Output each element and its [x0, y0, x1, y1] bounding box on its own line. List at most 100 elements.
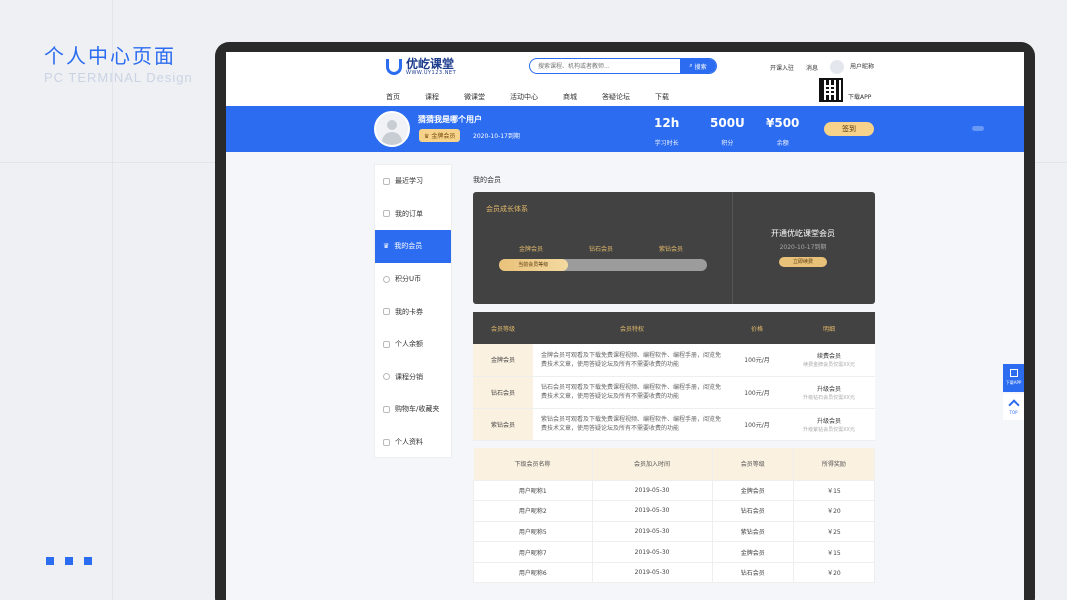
table-row: 紫钻会员 紫钻会员可观看及下载免费课程视频、编程软件、编程手册，阅览免费技术文章… [473, 408, 875, 441]
sidebar-item-cart[interactable]: 购物车/收藏夹 [375, 393, 451, 426]
table-cell: 2019-05-30 [591, 500, 713, 522]
stat-points: 500U 积分 [710, 116, 745, 149]
table-row: 用户昵称6 2019-05-30 钻石会员 ￥20 [473, 561, 876, 584]
table-header: 会员加入时间 [592, 448, 713, 480]
stat-value: 12h [654, 116, 680, 130]
privilege-cell: 金牌会员可观看及下载免费课程视频、编程软件、编程手册，阅览免费技术文章，使用答疑… [533, 344, 731, 377]
presentation-title: 个人中心页面 [44, 44, 176, 68]
sidebar-item-label: 积分U币 [395, 275, 422, 284]
table-header: 会员特权 [533, 312, 731, 344]
avatar [830, 60, 845, 74]
sidebar-item-coupons[interactable]: 我的卡券 [375, 295, 451, 328]
page-title: 我的会员 [473, 176, 501, 184]
nav-forum[interactable]: 答疑论坛 [602, 92, 630, 102]
nav-events[interactable]: 活动中心 [510, 92, 538, 102]
user-banner: 猜猜我是哪个用户 ♛ 金牌会员 2020-10-17到期 12h 学习时长 50… [226, 106, 1024, 152]
referrals-table: 下级会员名称 会员加入时间 会员等级 所得奖励 用户昵称1 2019-05-30… [473, 448, 876, 584]
username: 用户昵称 [849, 63, 874, 71]
open-membership-title: 开通优屹课堂会员 [771, 229, 835, 238]
renew-link[interactable]: 续费会员 [817, 353, 841, 360]
nav-download[interactable]: 下载 [655, 92, 669, 102]
table-cell: 金牌会员 [711, 479, 794, 502]
sidebar-item-points[interactable]: 积分U币 [375, 263, 451, 296]
sidebar-item-label: 我的订单 [395, 209, 423, 218]
nav-courses[interactable]: 课程 [425, 92, 439, 102]
renew-button[interactable]: 立即续费 [779, 257, 827, 267]
privilege-cell: 钻石会员可观看及下载免费课程视频、编程软件、编程手册，阅览免费技术文章，使用答疑… [533, 376, 731, 409]
back-to-top-button[interactable]: TOP [1003, 394, 1024, 420]
table-cell: 用户昵称6 [473, 561, 593, 584]
user-avatar[interactable] [374, 111, 410, 147]
profile-icon [383, 438, 390, 446]
upgrade-link[interactable]: 升级会员 [817, 418, 841, 425]
sidebar-item-distribution[interactable]: 课程分销 [375, 361, 451, 394]
float-download-label: 下载APP [1005, 380, 1022, 385]
link-open-course[interactable]: 开课入驻 [770, 63, 794, 72]
growth-title: 会员成长体系 [486, 205, 528, 213]
sidebar-item-profile[interactable]: 个人资料 [375, 426, 451, 459]
open-membership-date: 2020-10-17到期 [779, 244, 827, 251]
table-row: 用户昵称1 2019-05-30 金牌会员 ￥15 [473, 479, 876, 502]
price-cell: 100元/月 [731, 408, 783, 441]
growth-panel: 会员成长体系 金牌会员 钻石会员 紫钻会员 当前会员等级 [473, 192, 733, 304]
user-menu[interactable]: 用户昵称 [830, 60, 874, 74]
sidebar-item-label: 我的卡券 [395, 307, 423, 316]
signin-button[interactable]: 签到 [824, 122, 874, 136]
qr-code-icon [819, 78, 843, 102]
nav-shop[interactable]: 商城 [563, 92, 577, 102]
table-cell: 用户昵称7 [473, 541, 593, 563]
stat-study-time: 12h 学习时长 [654, 116, 679, 149]
detail-note: 升级钻石会员仅需XX元 [803, 394, 855, 401]
download-app-link[interactable]: 下载APP [848, 92, 871, 101]
logo[interactable]: 优屹课堂 WWW.UY123.NET [386, 58, 456, 76]
detail-cell: 升级会员 升级钻石会员仅需XX元 [783, 376, 875, 409]
price-cell: 100元/月 [731, 344, 783, 377]
sidebar-item-balance[interactable]: 个人余额 [375, 328, 451, 361]
table-row: 用户昵称5 2019-05-30 紫钻会员 ￥25 [473, 520, 876, 543]
sidebar-item-label: 个人资料 [395, 438, 423, 447]
level-purple-diamond: 紫钻会员 [659, 246, 684, 253]
float-download-button[interactable]: 下载APP [1003, 364, 1024, 392]
crown-icon: ♛ [383, 242, 390, 251]
share-icon [383, 373, 390, 381]
book-icon [383, 177, 390, 185]
search-button[interactable]: ⌕ 搜索 [680, 59, 716, 73]
detail-note: 续费金牌会员仅需XX元 [803, 362, 855, 369]
sidebar-item-orders[interactable]: 我的订单 [375, 198, 451, 231]
nav-home[interactable]: 首页 [386, 92, 400, 102]
sidebar-item-membership[interactable]: ♛ 我的会员 [375, 230, 451, 263]
membership-growth-card: 会员成长体系 金牌会员 钻石会员 紫钻会员 当前会员等级 开通优屹课堂会员 20… [473, 192, 875, 304]
link-messages[interactable]: 消息 [806, 63, 818, 72]
sidebar-item-label: 最近学习 [395, 177, 423, 186]
sidebar-item-recent[interactable]: 最近学习 [375, 165, 451, 198]
table-cell: 紫钻会员 [711, 520, 794, 543]
table-cell: 钻石会员 [711, 561, 794, 584]
member-badge: ♛ 金牌会员 [419, 129, 461, 142]
top-bar: 优屹课堂 WWW.UY123.NET ⌕ 搜索 开课入驻 消息 用户昵称 首页 … [226, 52, 1024, 106]
presentation-subtitle: PC TERMINAL Design [44, 70, 193, 85]
nav-micro-class[interactable]: 微课堂 [464, 92, 485, 102]
level-cell: 金牌会员 [473, 344, 533, 377]
level-progress-bar: 当前会员等级 [499, 259, 707, 271]
table-header: 下级会员名称 [473, 448, 593, 480]
coin-icon [383, 275, 390, 283]
search-bar: ⌕ 搜索 [529, 58, 717, 74]
level-diamond: 钻石会员 [589, 246, 614, 253]
privileges-table: 会员等级 会员特权 价格 明细 金牌会员 金牌会员可观看及下载免费课程视频、编程… [473, 312, 875, 441]
member-expire: 2020-10-17到期 [473, 133, 520, 140]
detail-cell: 续费会员续费金牌会员仅需XX元 [783, 344, 875, 377]
table-cell: ￥20 [792, 561, 876, 584]
upgrade-link[interactable]: 升级会员 [817, 386, 841, 393]
arrow-up-icon [1007, 399, 1020, 411]
search-icon: ⌕ [689, 62, 693, 69]
screen: 优屹课堂 WWW.UY123.NET ⌕ 搜索 开课入驻 消息 用户昵称 首页 … [226, 52, 1024, 600]
table-row: 用户昵称7 2019-05-30 金牌会员 ￥15 [473, 541, 876, 563]
search-input[interactable] [530, 59, 680, 73]
background-line [112, 0, 113, 600]
member-badge-label: 金牌会员 [431, 133, 456, 140]
ticket-icon [383, 308, 390, 316]
search-button-label: 搜索 [694, 63, 707, 71]
sidebar-item-label: 课程分销 [395, 372, 423, 381]
level-gold: 金牌会员 [519, 246, 544, 253]
sidebar-item-label: 个人余额 [395, 340, 423, 349]
